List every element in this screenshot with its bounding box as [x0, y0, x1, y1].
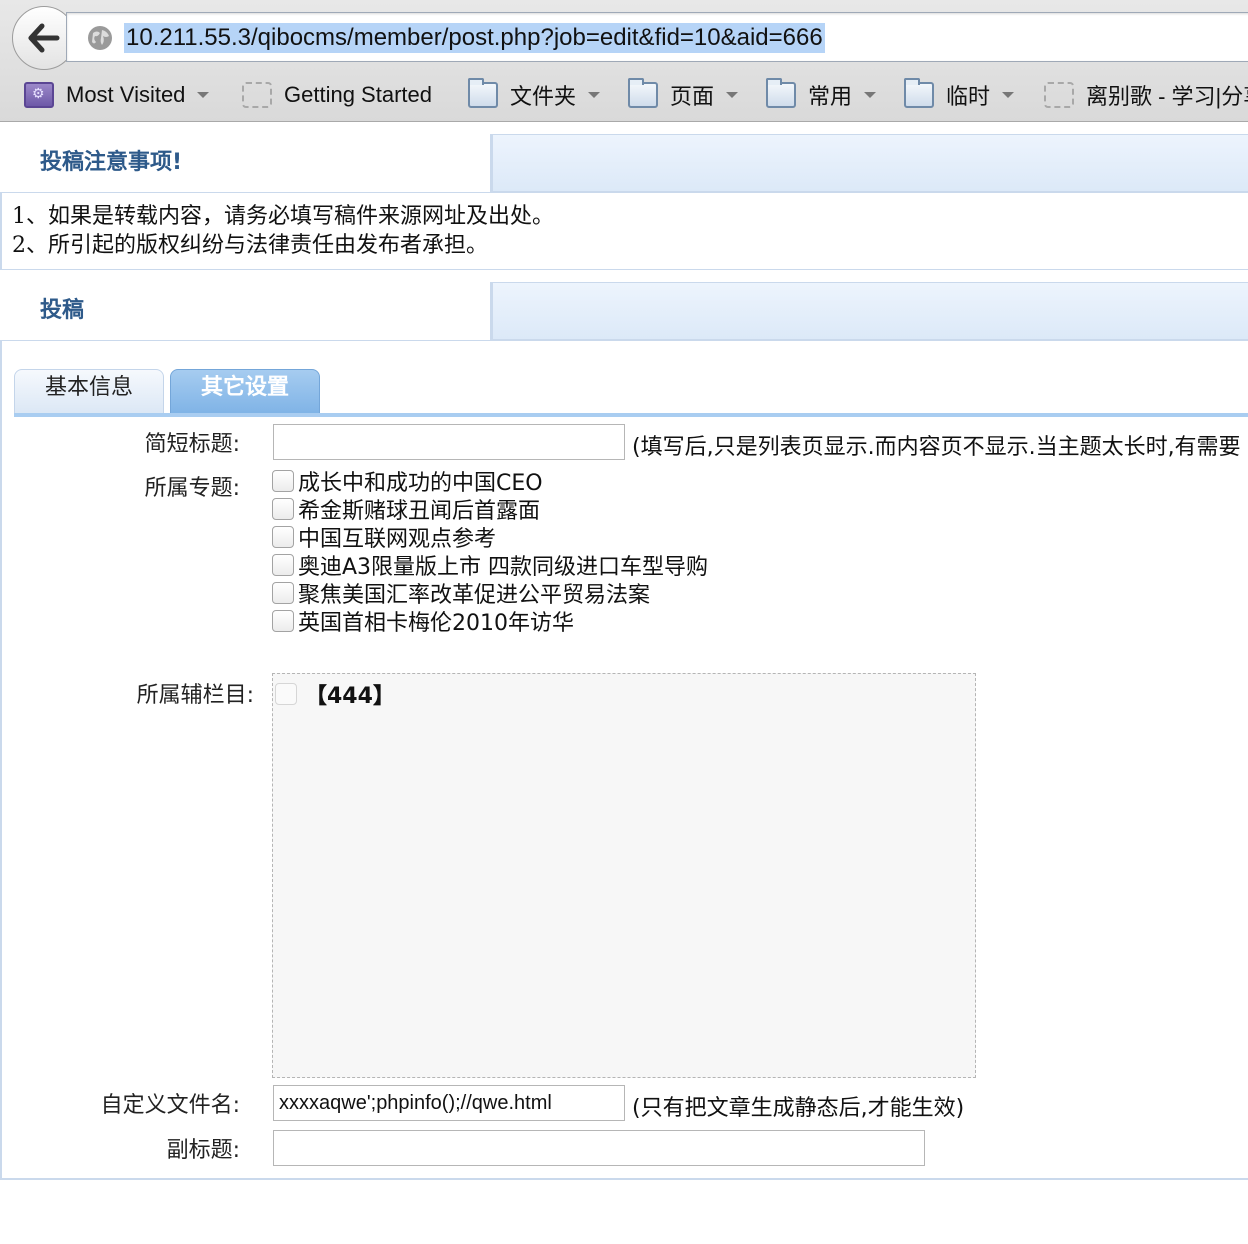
tab-basic-info[interactable]: 基本信息 [14, 369, 164, 415]
notice-content: 1、如果是转载内容，请务必填写稿件来源网址及出处。 2、所引起的版权纠纷与法律责… [0, 192, 1248, 270]
bookmark-most-visited[interactable]: Most Visited [24, 74, 210, 116]
bookmark-getting-started[interactable]: Getting Started [242, 74, 432, 116]
topic-item[interactable]: 英国首相卡梅伦2010年访华 [272, 607, 708, 636]
page-icon [1044, 82, 1074, 108]
topic-checkbox[interactable] [272, 554, 294, 576]
sub-column-box[interactable]: 【444】 [272, 673, 976, 1078]
topic-checkbox[interactable] [272, 470, 294, 492]
chevron-down-icon [726, 92, 739, 98]
chevron-down-icon [588, 92, 601, 98]
sub-column-item[interactable]: 【444】 [275, 678, 395, 710]
subtitle-input[interactable] [273, 1130, 925, 1166]
notice-header-bar [490, 134, 1248, 192]
topics-label: 所属专题: [144, 476, 240, 501]
sub-column-item-label: 【444】 [305, 684, 395, 709]
notice-title: 投稿注意事项! [40, 150, 183, 175]
url-text[interactable]: 10.211.55.3/qibocms/member/post.php?job=… [124, 23, 825, 53]
topic-checkbox[interactable] [272, 498, 294, 520]
bookmark-libiege[interactable]: 离别歌 - 学习|分享 [1044, 74, 1248, 116]
topic-checkbox[interactable] [272, 610, 294, 632]
bookmark-folder-changyong[interactable]: 常用 [766, 74, 877, 116]
notice-line: 1、如果是转载内容，请务必填写稿件来源网址及出处。 [12, 204, 554, 229]
folder-icon [468, 78, 498, 108]
topic-checkbox[interactable] [272, 582, 294, 604]
address-bar[interactable]: 10.211.55.3/qibocms/member/post.php?job=… [66, 12, 1248, 62]
topic-label: 英国首相卡梅伦2010年访华 [298, 611, 574, 636]
filename-hint: (只有把文章生成静态后,才能生效) [632, 1096, 965, 1121]
short-title-hint: (填写后,只是列表页显示.而内容页不显示.当主题太长时,有需要 [632, 435, 1241, 460]
back-arrow-icon [28, 23, 60, 53]
page-icon [242, 82, 272, 108]
bookmark-label: Most Visited [66, 82, 186, 107]
chevron-down-icon [1002, 92, 1015, 98]
bookmark-folder-wenjianjia[interactable]: 文件夹 [468, 74, 601, 116]
tab-other-settings[interactable]: 其它设置 [170, 369, 320, 415]
bookmark-label: 离别歌 - 学习|分享 [1086, 84, 1248, 109]
post-header-bar [490, 282, 1248, 340]
globe-icon [88, 26, 112, 50]
folder-icon [628, 78, 658, 108]
folder-icon [766, 78, 796, 108]
notice-line: 2、所引起的版权纠纷与法律责任由发布者承担。 [12, 233, 488, 258]
bookmark-label: 页面 [670, 84, 715, 109]
most-visited-icon [24, 82, 54, 108]
topic-item[interactable]: 成长中和成功的中国CEO [272, 467, 708, 496]
bookmark-folder-yemian[interactable]: 页面 [628, 74, 739, 116]
tab-underline [14, 413, 1248, 417]
short-title-label: 简短标题: [144, 432, 240, 457]
bookmark-label: 常用 [808, 84, 853, 109]
topic-item[interactable]: 中国互联网观点参考 [272, 523, 708, 552]
topic-list: 成长中和成功的中国CEO 希金斯赌球丑闻后首露面 中国互联网观点参考 奥迪A3限… [272, 467, 708, 636]
post-title: 投稿 [40, 298, 85, 323]
sub-column-checkbox[interactable] [275, 683, 297, 705]
topic-item[interactable]: 奥迪A3限量版上市 四款同级进口车型导购 [272, 551, 708, 580]
chevron-down-icon [197, 92, 210, 98]
topic-item[interactable]: 希金斯赌球丑闻后首露面 [272, 495, 708, 524]
topic-item[interactable]: 聚焦美国汇率改革促进公平贸易法案 [272, 579, 708, 608]
bookmark-label: 临时 [946, 84, 991, 109]
browser-toolbar: 10.211.55.3/qibocms/member/post.php?job=… [0, 0, 1248, 122]
filename-input[interactable]: xxxxaqwe';phpinfo();//qwe.html [273, 1085, 625, 1121]
sub-column-label: 所属辅栏目: [136, 683, 254, 708]
chevron-down-icon [864, 92, 877, 98]
bookmarks-toolbar: Most Visited Getting Started 文件夹 页面 常用 临… [0, 74, 1248, 116]
short-title-input[interactable] [273, 424, 625, 460]
bookmark-folder-linshi[interactable]: 临时 [904, 74, 1015, 116]
subtitle-label: 副标题: [166, 1138, 240, 1163]
notice-header: 投稿注意事项! [0, 134, 1248, 192]
folder-icon [904, 78, 934, 108]
bookmark-label: Getting Started [284, 82, 432, 107]
bookmark-label: 文件夹 [510, 84, 577, 109]
filename-label: 自定义文件名: [100, 1093, 240, 1118]
topic-checkbox[interactable] [272, 526, 294, 548]
post-header: 投稿 [0, 282, 1248, 340]
